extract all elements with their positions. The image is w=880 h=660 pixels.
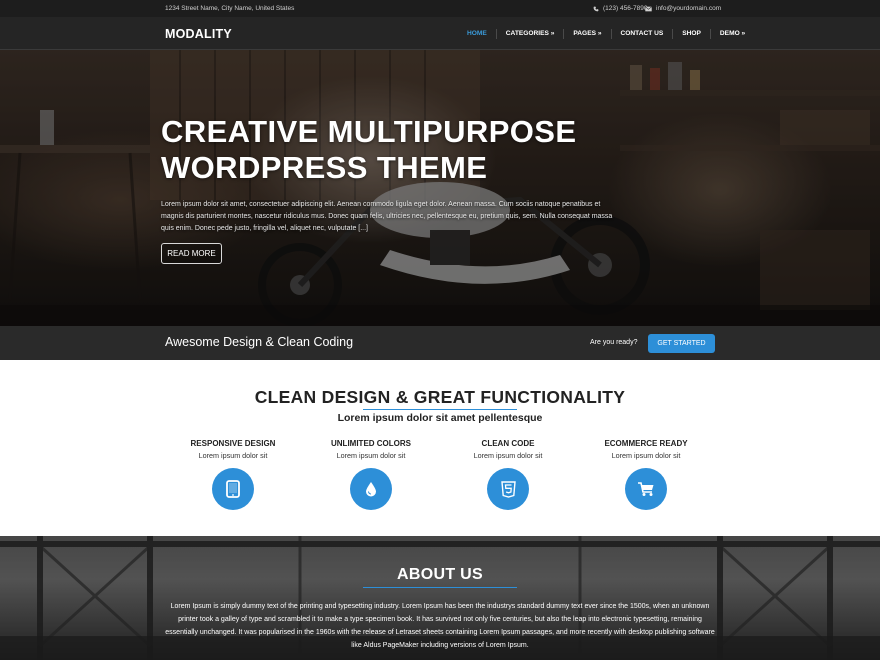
read-more-button[interactable]: READ MORE xyxy=(161,243,222,264)
features-title: CLEAN DESIGN & GREAT FUNCTIONALITY xyxy=(254,387,626,407)
feature-icon-circle[interactable] xyxy=(625,468,667,510)
hero-title-line-2: WORDPRESS THEME xyxy=(161,150,488,185)
feature-text: Lorem ipsum dolor sit xyxy=(336,451,406,460)
nav-contact-us[interactable]: CONTACT US xyxy=(612,17,673,50)
feature-icon-circle[interactable] xyxy=(350,468,392,510)
feature-clean-code: CLEAN CODE Lorem ipsum dolor sit xyxy=(438,439,578,510)
feature-title: UNLIMITED COLORS xyxy=(331,439,411,448)
about-title: ABOUT US xyxy=(397,566,483,583)
main-navigation: HOME CATEGORIES » PAGES » CONTACT US SHO… xyxy=(458,17,754,50)
email-text: info@yourdomain.com xyxy=(656,5,722,12)
hero-overlay xyxy=(0,50,880,326)
address-text: 1234 Street Name, City Name, United Stat… xyxy=(165,5,295,12)
get-started-button[interactable]: GET STARTED xyxy=(648,334,715,353)
features-section: CLEAN DESIGN & GREAT FUNCTIONALITY Lorem… xyxy=(0,360,880,536)
html5-icon xyxy=(500,480,516,498)
cta-heading: Awesome Design & Clean Coding xyxy=(165,335,354,349)
feature-unlimited-colors: UNLIMITED COLORS Lorem ipsum dolor sit xyxy=(301,439,441,510)
hero-description: Lorem ipsum dolor sit amet, consectetuer… xyxy=(161,201,613,232)
feature-responsive-design: RESPONSIVE DESIGN Lorem ipsum dolor sit xyxy=(163,439,303,510)
feature-text: Lorem ipsum dolor sit xyxy=(611,451,681,460)
feature-text: Lorem ipsum dolor sit xyxy=(473,451,543,460)
about-title-underline xyxy=(363,587,517,588)
cart-icon xyxy=(638,482,654,496)
feature-ecommerce-ready: ECOMMERCE READY Lorem ipsum dolor sit xyxy=(576,439,716,510)
email-contact[interactable]: info@yourdomain.com xyxy=(645,5,721,12)
phone-icon xyxy=(593,6,599,11)
feature-icon-circle[interactable] xyxy=(487,468,529,510)
droplet-icon xyxy=(366,482,376,497)
features-title-underline xyxy=(363,409,517,410)
site-header: MODALITY HOME CATEGORIES » PAGES » CONTA… xyxy=(0,17,880,50)
cta-prompt: Are you ready? xyxy=(590,339,638,346)
nav-pages[interactable]: PAGES » xyxy=(564,17,610,50)
feature-title: CLEAN CODE xyxy=(481,439,535,448)
feature-title: ECOMMERCE READY xyxy=(604,439,688,448)
nav-shop[interactable]: SHOP xyxy=(673,17,710,50)
nav-home[interactable]: HOME xyxy=(458,17,496,50)
features-subtitle: Lorem ipsum dolor sit amet pellentesque xyxy=(337,412,543,424)
call-to-action-bar: Awesome Design & Clean Coding Are you re… xyxy=(0,326,880,360)
envelope-icon xyxy=(645,5,652,11)
hero-title-line-1: CREATIVE MULTIPURPOSE xyxy=(161,114,577,149)
phone-text: (123) 456-7890 xyxy=(603,5,648,12)
site-logo[interactable]: MODALITY xyxy=(165,27,232,41)
nav-categories[interactable]: CATEGORIES » xyxy=(497,17,564,50)
nav-demo[interactable]: DEMO » xyxy=(711,17,754,50)
tablet-icon xyxy=(226,480,240,498)
about-description: Lorem Ipsum is simply dummy text of the … xyxy=(165,603,715,649)
top-info-bar: 1234 Street Name, City Name, United Stat… xyxy=(0,0,880,17)
feature-text: Lorem ipsum dolor sit xyxy=(198,451,268,460)
about-section: ABOUT US Lorem Ipsum is simply dummy tex… xyxy=(0,536,880,660)
phone-contact[interactable]: (123) 456-7890 xyxy=(593,5,647,12)
feature-title: RESPONSIVE DESIGN xyxy=(190,439,276,448)
hero-slider: CREATIVE MULTIPURPOSE WORDPRESS THEME Lo… xyxy=(0,50,880,326)
hero-title: CREATIVE MULTIPURPOSE WORDPRESS THEME xyxy=(161,114,576,186)
feature-icon-circle[interactable] xyxy=(212,468,254,510)
